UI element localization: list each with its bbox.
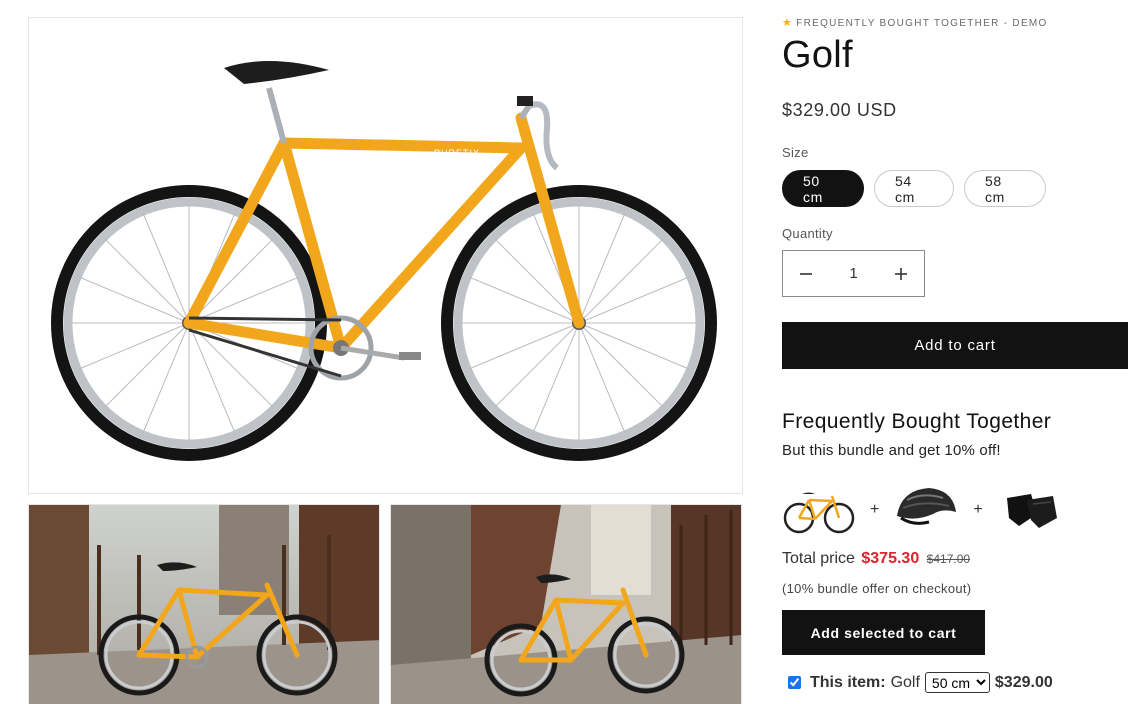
product-info-panel: ★ Frequently bought together - Demo Golf … xyxy=(782,0,1145,704)
fbt-subtitle: But this bundle and get 10% off! xyxy=(782,442,1001,459)
product-price: $329.00 USD xyxy=(782,100,897,120)
quantity-decrease-button[interactable] xyxy=(783,251,829,296)
quantity-input[interactable] xyxy=(833,265,874,282)
quantity-stepper xyxy=(782,250,925,297)
add-to-cart-button[interactable]: Add to cart xyxy=(782,322,1128,369)
fbt-title: Frequently Bought Together xyxy=(782,410,1052,433)
this-item-size-select[interactable]: 50 cm xyxy=(924,672,990,693)
bundle-plus-1: + xyxy=(870,501,880,518)
bicycle-photo: PURETIX xyxy=(51,60,717,461)
total-sale-price: $375.30 xyxy=(861,550,920,567)
svg-text:PURETIX: PURETIX xyxy=(434,148,480,158)
total-label: Total price xyxy=(782,550,855,567)
size-selector: 50 cm 54 cm 58 cm xyxy=(782,170,1046,207)
product-title: Golf xyxy=(782,34,853,76)
add-selected-to-cart-button[interactable]: Add selected to cart xyxy=(782,610,985,655)
helmet-thumbnail[interactable] xyxy=(893,478,959,542)
this-item-checkbox[interactable] xyxy=(788,676,801,689)
total-original-price: $417.00 xyxy=(926,552,971,566)
bundle-plus-2: + xyxy=(973,501,983,518)
size-option-58[interactable]: 58 cm xyxy=(964,170,1046,207)
bicycle-bridge-photo xyxy=(391,505,741,704)
bicycle-thumbnail[interactable] xyxy=(782,478,856,542)
quantity-label: Quantity xyxy=(782,226,833,241)
product-main-image[interactable]: PURETIX xyxy=(28,17,743,494)
size-option-50[interactable]: 50 cm xyxy=(782,170,864,207)
gloves-thumbnail[interactable] xyxy=(997,478,1063,542)
size-option-54[interactable]: 54 cm xyxy=(874,170,954,207)
vendor-line: ★ Frequently bought together - Demo xyxy=(782,16,1048,29)
product-thumbnail-1[interactable] xyxy=(28,504,380,704)
this-item-label: This item: xyxy=(810,673,886,691)
bundle-items: + + xyxy=(782,478,1063,542)
vendor-name: Frequently bought together - Demo xyxy=(796,18,1048,29)
minus-icon xyxy=(800,272,812,275)
bundle-item-row: This item: Golf 50 cm $329.00 xyxy=(788,672,1053,693)
plus-icon xyxy=(895,267,907,280)
quantity-increase-button[interactable] xyxy=(878,251,924,296)
bicycle-bridge-photo xyxy=(29,505,379,704)
star-icon: ★ xyxy=(782,17,794,29)
this-item-price: $329.00 xyxy=(994,673,1053,691)
bundle-offer-note: (10% bundle offer on checkout) xyxy=(782,581,972,596)
product-thumbnail-2[interactable] xyxy=(390,504,742,704)
this-item-name: Golf xyxy=(890,673,920,691)
size-label: Size xyxy=(782,145,809,160)
bundle-total: Total price $375.30 $417.00 xyxy=(782,550,970,568)
